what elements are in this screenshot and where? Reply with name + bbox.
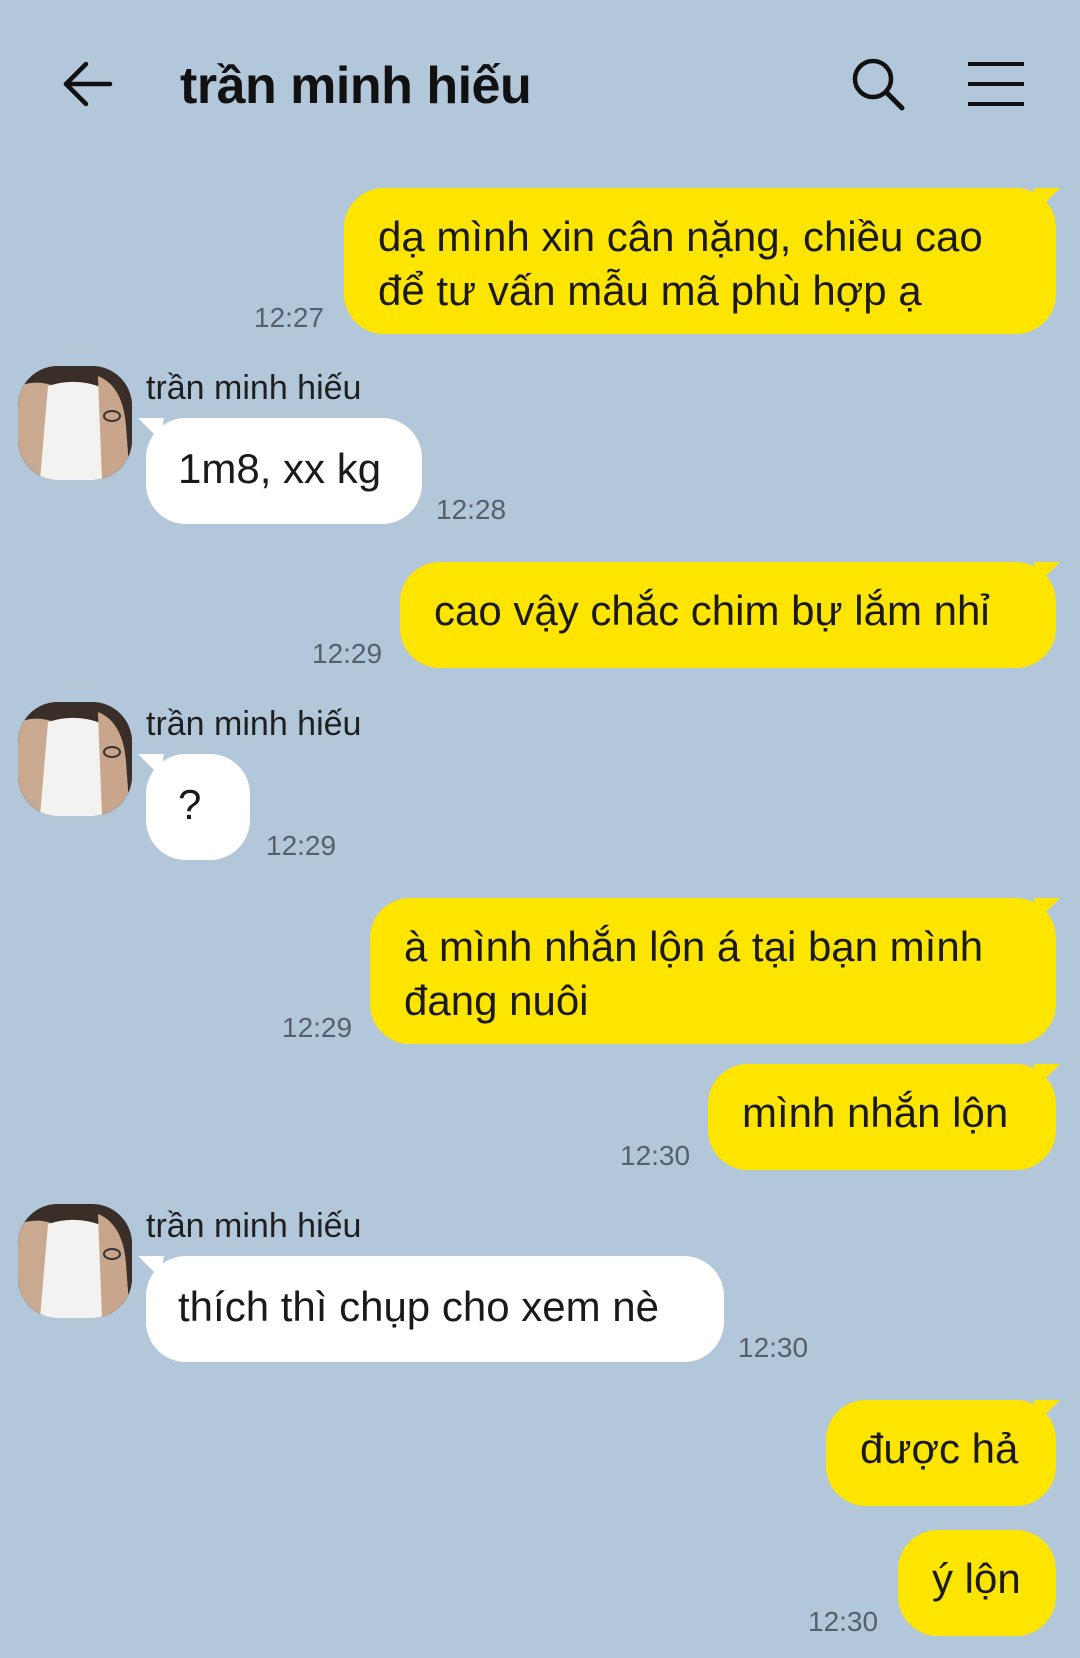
bubble-tail [1034, 188, 1060, 210]
message-line: thích thì chụp cho xem nè [178, 1283, 659, 1330]
search-button[interactable] [846, 52, 910, 116]
my-message-bubble[interactable]: dạ mình xin cân nặng, chiều cao để tư vấ… [344, 188, 1056, 334]
sender-name: trần minh hiếu [146, 705, 362, 743]
back-button[interactable] [60, 56, 116, 112]
bubble-tail [1034, 562, 1060, 584]
avatar-photo-icon [18, 366, 132, 480]
message-line: dạ mình xin cân nặng, chiều cao [378, 213, 983, 260]
message-line: 1m8, xx kg [178, 445, 382, 492]
message-time: 12:28 [436, 494, 507, 525]
my-message-bubble[interactable]: ý lộn [898, 1530, 1056, 1636]
bubble-tail [1034, 1400, 1060, 1422]
message-time: 12:27 [254, 302, 325, 333]
bubble-tail [138, 418, 164, 440]
chat-title: trần minh hiếu [180, 57, 532, 115]
bubble-tail [138, 1256, 164, 1278]
hamburger-menu-icon [968, 62, 1024, 106]
message-line: ý lộn [932, 1555, 1021, 1602]
bubble-tail [1034, 1064, 1060, 1086]
message-time: 12:30 [808, 1606, 879, 1637]
avatar[interactable] [18, 1204, 132, 1318]
message-time: 12:29 [312, 638, 383, 669]
their-message-bubble[interactable]: thích thì chụp cho xem nè [146, 1256, 724, 1362]
their-message-bubble[interactable]: 1m8, xx kg [146, 418, 422, 524]
message-line: à mình nhắn lộn á tại bạn mình [404, 923, 984, 970]
message-line: ? [178, 781, 202, 828]
bubble-tail [138, 754, 164, 776]
sender-name: trần minh hiếu [146, 1207, 362, 1245]
avatar[interactable] [18, 702, 132, 816]
message-time: 12:30 [738, 1332, 809, 1363]
my-message-bubble[interactable]: được hả [826, 1400, 1056, 1506]
message-time: 12:29 [266, 830, 337, 861]
sender-name: trần minh hiếu [146, 369, 362, 407]
avatar-photo-icon [18, 702, 132, 816]
my-message-bubble[interactable]: à mình nhắn lộn á tại bạn mình đang nuôi [370, 898, 1056, 1044]
message-line: cao vậy chắc chim bự lắm nhỉ [434, 587, 990, 634]
menu-button[interactable] [964, 56, 1028, 112]
message-line: đang nuôi [404, 977, 589, 1024]
avatar-photo-icon [18, 1204, 132, 1318]
message-time: 12:29 [282, 1012, 353, 1043]
message-line: mình nhắn lộn [742, 1089, 1009, 1136]
message-time: 12:30 [620, 1140, 691, 1171]
arrow-left-icon [63, 61, 113, 107]
bubble-tail [1034, 898, 1060, 920]
message-line: để tư vấn mẫu mã phù hợp ạ [378, 267, 922, 314]
message-line: được hả [860, 1425, 1019, 1472]
my-message-bubble[interactable]: mình nhắn lộn [708, 1064, 1056, 1170]
chat-header: trần minh hiếu [0, 0, 1080, 170]
search-icon [852, 58, 905, 111]
my-message-bubble[interactable]: cao vậy chắc chim bự lắm nhỉ [400, 562, 1056, 668]
avatar[interactable] [18, 366, 132, 480]
